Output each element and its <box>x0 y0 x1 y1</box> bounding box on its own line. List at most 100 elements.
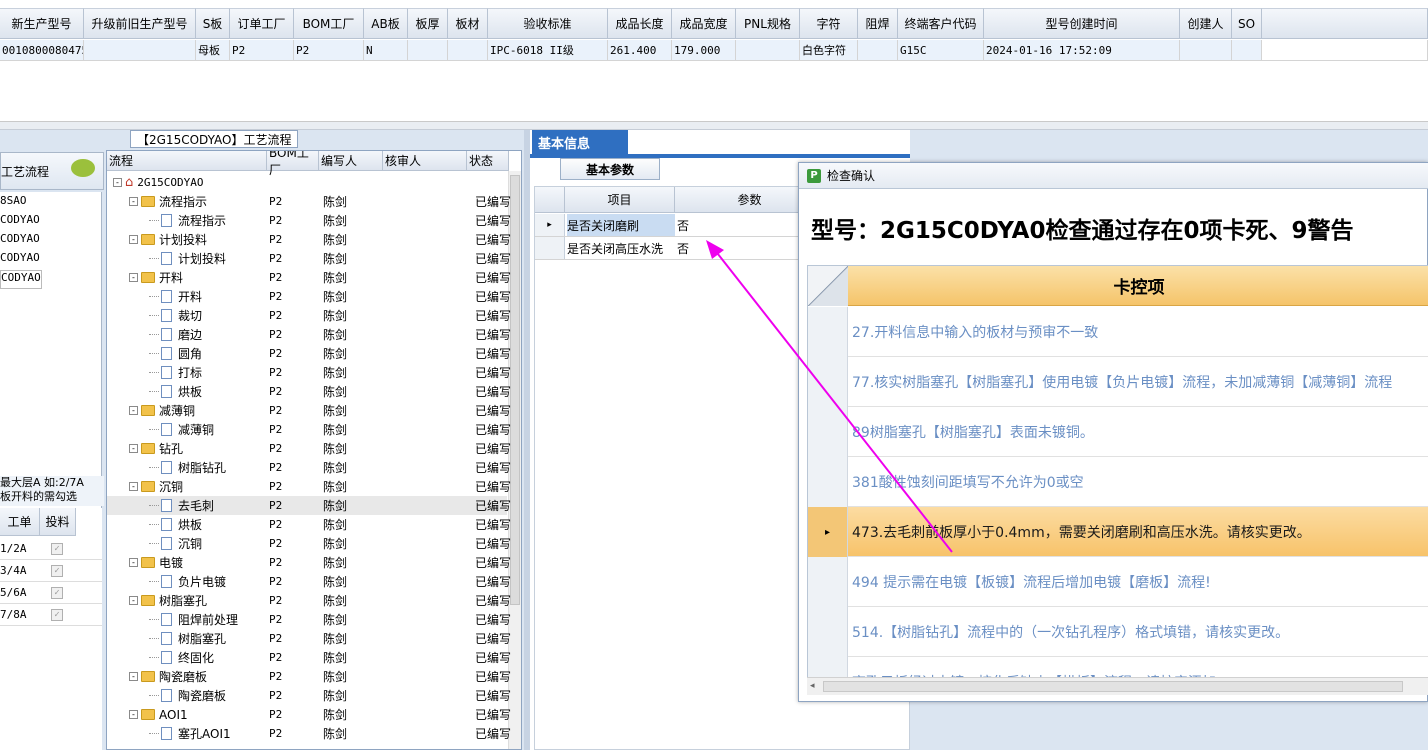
column-header[interactable]: 创建人 <box>1180 8 1232 39</box>
column-header[interactable]: 新生产型号 <box>0 8 84 39</box>
column-header[interactable]: 终端客户代码 <box>898 8 984 39</box>
collapse-icon[interactable]: - <box>129 197 138 206</box>
process-list-item[interactable]: 8SAO <box>0 194 27 213</box>
tree-root-row[interactable]: - ⌂ 2G15CODYAO <box>107 173 507 192</box>
column-header[interactable]: 型号创建时间 <box>984 8 1180 39</box>
grid-cell[interactable] <box>448 40 488 61</box>
column-header[interactable]: 板厚 <box>408 8 448 39</box>
grid-cell[interactable] <box>84 40 196 61</box>
column-header[interactable]: SO <box>1232 8 1262 39</box>
grid-cell[interactable] <box>736 40 800 61</box>
tree-row[interactable]: 烘板 P2 陈剑 已编写 <box>107 382 511 401</box>
tree-row[interactable]: 流程指示 P2 陈剑 已编写 <box>107 211 511 230</box>
process-list-item[interactable]: CODYAO <box>0 251 40 270</box>
tree-row[interactable]: - 流程指示 P2 陈剑 已编写 <box>107 192 511 211</box>
warning-row[interactable]: 89树脂塞孔【树脂塞孔】表面未镀铜。 <box>808 407 1428 457</box>
dialog-hscrollbar[interactable]: ◂ <box>807 677 1428 695</box>
grid-cell[interactable] <box>858 40 898 61</box>
tree-row[interactable]: 终固化 P2 陈剑 已编写 <box>107 648 511 667</box>
grid-cell[interactable]: 0010800080475 <box>0 40 84 61</box>
tree-column-header[interactable]: BOM工厂 <box>267 151 319 177</box>
collapse-icon[interactable]: - <box>129 444 138 453</box>
work-order-row[interactable]: 7/8A ✓ <box>0 604 102 626</box>
param-value[interactable]: 否 <box>677 237 689 259</box>
tree-row[interactable]: 阻焊前处理 P2 陈剑 已编写 <box>107 610 511 629</box>
chat-bubble-icon[interactable] <box>71 159 95 177</box>
column-header[interactable]: 成品宽度 <box>672 8 736 39</box>
tree-row[interactable]: 塞孔AOI1 P2 陈剑 已编写 <box>107 724 511 743</box>
tree-row[interactable]: - 钻孔 P2 陈剑 已编写 <box>107 439 511 458</box>
tree-row[interactable]: - 减薄铜 P2 陈剑 已编写 <box>107 401 511 420</box>
tree-row[interactable]: - 开料 P2 陈剑 已编写 <box>107 268 511 287</box>
warning-row[interactable]: 77.核实树脂塞孔【树脂塞孔】使用电镀【负片电镀】流程，未加减薄铜【减薄铜】流程 <box>808 357 1428 407</box>
grid-corner[interactable] <box>808 266 848 306</box>
feed-checkbox[interactable]: ✓ <box>51 543 63 555</box>
collapse-icon[interactable]: - <box>129 672 138 681</box>
feed-checkbox[interactable]: ✓ <box>51 565 63 577</box>
dialog-hscroll-thumb[interactable] <box>823 681 1403 692</box>
collapse-icon[interactable]: - <box>113 178 122 187</box>
grid-cell[interactable] <box>408 40 448 61</box>
tree-row[interactable]: 树脂钻孔 P2 陈剑 已编写 <box>107 458 511 477</box>
tab-basic-info[interactable]: 基本信息 <box>532 130 628 154</box>
grid-cell[interactable]: P2 <box>294 40 364 61</box>
column-header[interactable]: AB板 <box>364 8 408 39</box>
tree-column-header[interactable]: 核审人 <box>383 151 467 171</box>
tree-row[interactable]: 去毛刺 P2 陈剑 已编写 <box>107 496 511 515</box>
grid-cell[interactable] <box>1232 40 1262 61</box>
column-header-control-item[interactable]: 卡控项 <box>848 266 1428 306</box>
column-header[interactable]: 订单工厂 <box>230 8 294 39</box>
feed-checkbox[interactable]: ✓ <box>51 609 63 621</box>
column-header[interactable]: 阻焊 <box>858 8 898 39</box>
params-column-header[interactable]: 项目 <box>565 187 675 213</box>
tree-scroll-thumb[interactable] <box>510 175 520 605</box>
column-header[interactable]: 板材 <box>448 8 488 39</box>
grid-cell[interactable]: N <box>364 40 408 61</box>
horizontal-splitter[interactable] <box>0 122 1428 130</box>
warning-row[interactable]: 494 提示需在电镀【板镀】流程后增加电镀【磨板】流程! <box>808 557 1428 607</box>
tree-row[interactable]: - 沉铜 P2 陈剑 已编写 <box>107 477 511 496</box>
column-header[interactable]: BOM工厂 <box>294 8 364 39</box>
collapse-icon[interactable]: - <box>129 235 138 244</box>
tree-column-header[interactable]: 状态 <box>467 151 509 171</box>
tree-column-header[interactable]: 编写人 <box>319 151 383 171</box>
column-header[interactable]: S板 <box>196 8 230 39</box>
grid-cell[interactable]: 2024-01-16 17:52:09 <box>984 40 1180 61</box>
tree-row[interactable]: 圆角 P2 陈剑 已编写 <box>107 344 511 363</box>
dialog-titlebar[interactable]: P 检查确认 <box>799 163 1428 189</box>
column-header[interactable]: 验收标准 <box>488 8 608 39</box>
warning-row[interactable]: 381酸性蚀刻间距填写不允许为0或空 <box>808 457 1428 507</box>
tree-row[interactable]: 开料 P2 陈剑 已编写 <box>107 287 511 306</box>
feed-checkbox[interactable]: ✓ <box>51 587 63 599</box>
work-order-row[interactable]: 5/6A ✓ <box>0 582 102 604</box>
scroll-left-icon[interactable]: ◂ <box>810 681 815 691</box>
tree-row[interactable]: 减薄铜 P2 陈剑 已编写 <box>107 420 511 439</box>
collapse-icon[interactable]: - <box>129 596 138 605</box>
warning-row[interactable]: ▸ 473.去毛刺前板厚小于0.4mm，需要关闭磨刷和高压水洗。请核实更改。 <box>808 507 1428 557</box>
grid-cell[interactable]: 261.400 <box>608 40 672 61</box>
collapse-icon[interactable]: - <box>129 558 138 567</box>
warning-row[interactable]: 514.【树脂钻孔】流程中的（一次钻孔程序）格式填错，请核实更改。 <box>808 607 1428 657</box>
column-header[interactable]: 字符 <box>800 8 858 39</box>
grid-cell[interactable]: 白色字符 <box>800 40 858 61</box>
tree-row[interactable]: 打标 P2 陈剑 已编写 <box>107 363 511 382</box>
grid-cell[interactable]: IPC-6018 II级 <box>488 40 608 61</box>
work-order-row[interactable]: 1/2A ✓ <box>0 538 102 560</box>
tree-row[interactable]: - 电镀 P2 陈剑 已编写 <box>107 553 511 572</box>
tree-row[interactable]: - 陶瓷磨板 P2 陈剑 已编写 <box>107 667 511 686</box>
tree-row[interactable]: 计划投料 P2 陈剑 已编写 <box>107 249 511 268</box>
work-order-column-header[interactable]: 投料 <box>40 508 76 536</box>
grid-cell[interactable] <box>1180 40 1232 61</box>
process-list-item[interactable]: CODYAO <box>0 213 40 232</box>
grid-cell[interactable]: 179.000 <box>672 40 736 61</box>
tree-row[interactable]: 裁切 P2 陈剑 已编写 <box>107 306 511 325</box>
tree-row[interactable]: 磨边 P2 陈剑 已编写 <box>107 325 511 344</box>
tab-basic-params[interactable]: 基本参数 <box>560 158 660 180</box>
work-order-column-header[interactable]: 工单 <box>0 508 40 536</box>
collapse-icon[interactable]: - <box>129 273 138 282</box>
warning-row[interactable]: 27.开料信息中输入的板材与预审不一致 <box>808 307 1428 357</box>
grid-cell[interactable]: P2 <box>230 40 294 61</box>
tree-row[interactable]: 负片电镀 P2 陈剑 已编写 <box>107 572 511 591</box>
tree-row[interactable]: 沉铜 P2 陈剑 已编写 <box>107 534 511 553</box>
tree-column-header[interactable]: 流程 <box>107 151 267 171</box>
